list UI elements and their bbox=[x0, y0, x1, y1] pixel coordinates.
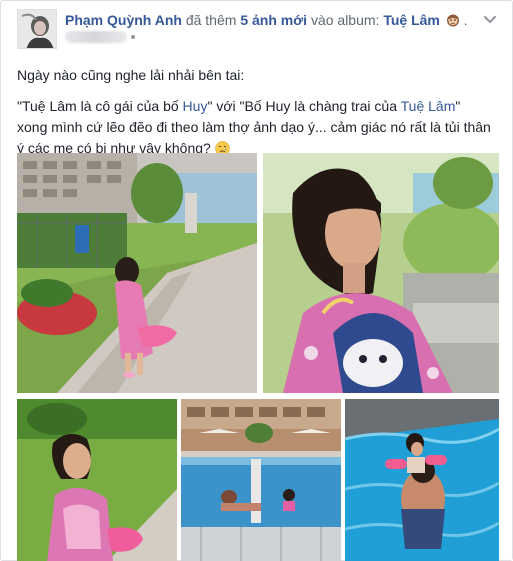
photo-4-image bbox=[181, 399, 341, 561]
tag-tue-lam[interactable]: Tuệ Lâm bbox=[401, 98, 456, 114]
meta-separator bbox=[131, 35, 135, 39]
photo-1-image bbox=[17, 153, 257, 393]
action-prefix: đã thêm bbox=[185, 12, 237, 28]
photo-girl-closeup-pool[interactable] bbox=[263, 153, 499, 393]
body-line-1: Ngày nào cũng nghe lải nhải bên tai: bbox=[17, 67, 245, 83]
avatar[interactable] bbox=[17, 9, 57, 49]
album-link[interactable]: Tuệ Lâm bbox=[383, 12, 440, 28]
post-meta bbox=[65, 31, 135, 43]
post-timestamp-blurred[interactable] bbox=[65, 31, 127, 43]
photo-swimming-father[interactable] bbox=[345, 399, 499, 561]
chevron-down-icon[interactable] bbox=[482, 13, 498, 27]
body-line-3: xong mình cứ lẽo đẽo đi theo làm thợ ảnh… bbox=[17, 119, 491, 135]
post-card: Phạm Quỳnh Anh đã thêm 5 ảnh mới vào alb… bbox=[0, 0, 513, 561]
quote-part-1: "Tuệ Lâm là cô gái của bố bbox=[17, 98, 183, 114]
photo-pool-overview[interactable] bbox=[181, 399, 341, 561]
photo-5-image bbox=[345, 399, 499, 561]
post-header: Phạm Quỳnh Anh đã thêm 5 ảnh mới vào alb… bbox=[17, 9, 496, 53]
author-name[interactable]: Phạm Quỳnh Anh bbox=[65, 12, 182, 28]
tag-huy[interactable]: Huy bbox=[183, 98, 208, 114]
added-photos-link[interactable]: 5 ảnh mới bbox=[240, 12, 307, 28]
quote-part-2: " với "Bố Huy là chàng trai của bbox=[207, 98, 401, 114]
photo-grid bbox=[17, 153, 499, 561]
post-headline: Phạm Quỳnh Anh đã thêm 5 ảnh mới vào alb… bbox=[65, 11, 468, 29]
photo-girl-walking-path[interactable] bbox=[17, 153, 257, 393]
photo-2-image bbox=[263, 153, 499, 393]
avatar-image bbox=[18, 10, 56, 48]
action-suffix: vào album: bbox=[310, 12, 380, 28]
photo-girl-grass[interactable] bbox=[17, 399, 177, 561]
body-quote-line: "Tuệ Lâm là cô gái của bố Huy" với "Bố H… bbox=[17, 96, 498, 117]
quote-part-3: " bbox=[455, 98, 461, 114]
monkey-emoji-icon bbox=[446, 14, 459, 27]
post-body: Ngày nào cũng nghe lải nhải bên tai: "Tu… bbox=[17, 65, 498, 159]
photo-3-image bbox=[17, 399, 177, 561]
headline-period: . bbox=[463, 12, 468, 28]
